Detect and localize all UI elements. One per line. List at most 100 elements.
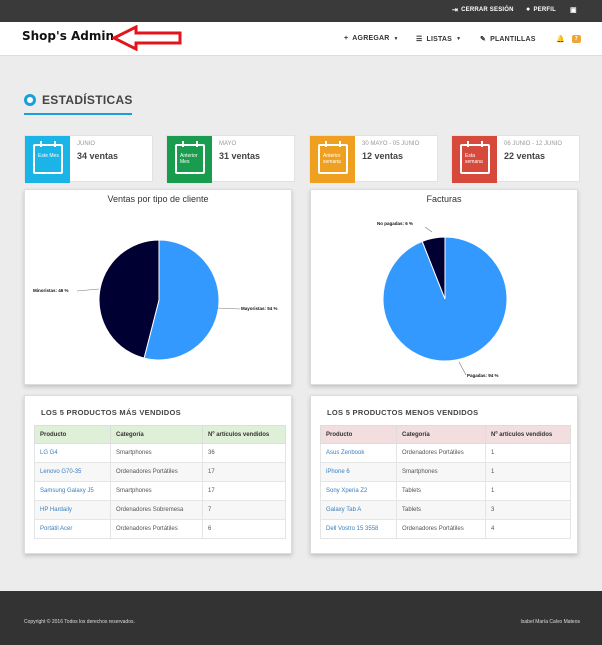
author-text: Isabel María Calvo Mateos (520, 619, 580, 625)
add-label: AGREGAR (352, 35, 390, 42)
chart-card-client-type: Ventas por tipo de cliente Minoristas: 4… (24, 189, 292, 385)
pie-chart-invoices (382, 226, 508, 376)
table-row: Samsung Galaxy J5 Smartphones 17 (34, 481, 286, 501)
red-arrow-annotation (112, 25, 182, 51)
notifications-badge: 7 (571, 35, 581, 43)
profile-label: PERFIL (533, 6, 556, 13)
notifications-button[interactable]: 🔔 7 (556, 35, 581, 43)
bottom-products-table: Producto Categoría Nº artículos vendidos… (320, 425, 571, 539)
table-row: iPhone 6 Smartphones 1 (320, 462, 571, 482)
stat-period: MAYO (219, 141, 237, 147)
table-header-row: Producto Categoría Nº artículos vendidos (320, 425, 571, 444)
count-cell: 6 (202, 519, 286, 539)
count-cell: 4 (485, 519, 571, 539)
count-cell: 1 (485, 462, 571, 482)
column-header: Categoría (110, 425, 203, 444)
product-link[interactable]: Asus Zenbook (320, 443, 397, 463)
stat-count: 12 ventas (362, 151, 404, 161)
window-icon: ▣ (570, 7, 577, 14)
product-link[interactable]: iPhone 6 (320, 462, 397, 482)
stat-card-last-month: Anterior Mes MAYO 31 ventas (166, 135, 295, 183)
product-link[interactable]: Lenovo G70-35 (34, 462, 111, 482)
lists-menu[interactable]: ☰ LISTAS ▼ (416, 35, 462, 44)
product-link[interactable]: Dell Vostro 15 3558 (320, 519, 397, 539)
stat-period: 30 MAYO - 05 JUNIO (362, 141, 420, 147)
footer: Copyright © 2016 Todos los derechos rese… (0, 591, 602, 645)
count-cell: 36 (202, 443, 286, 463)
list-icon: ☰ (416, 36, 423, 43)
stat-tile: Este Mes (25, 136, 70, 183)
table-row: Sony Xperia Z2 Tablets 1 (320, 481, 571, 501)
top-products-table: Producto Categoría Nº artículos vendidos… (34, 425, 286, 539)
logout-icon: ⇥ (452, 7, 459, 14)
category-cell: Ordenadores Sobremesa (110, 500, 203, 520)
count-cell: 3 (485, 500, 571, 520)
count-cell: 17 (202, 481, 286, 501)
page-title: ESTADÍSTICAS (42, 93, 133, 107)
stat-count: 22 ventas (504, 151, 546, 161)
templates-label: PLANTILLAS (490, 35, 536, 43)
profile-link[interactable]: ● PERFIL (526, 6, 556, 13)
calendar-icon: Este Mes (33, 141, 63, 174)
templates-link[interactable]: ✎ PLANTILLAS (480, 35, 536, 44)
brand-logo[interactable]: Shop's Admin (22, 29, 114, 43)
user-icon: ● (526, 6, 531, 13)
table-row: Dell Vostro 15 3558 Ordenadores Portátil… (320, 519, 571, 539)
bell-icon: 🔔 (556, 36, 565, 43)
product-link[interactable]: Sony Xperia Z2 (320, 481, 397, 501)
stat-count: 31 ventas (219, 151, 261, 161)
top-products-card: LOS 5 PRODUCTOS MÁS VENDIDOS Producto Ca… (24, 395, 292, 554)
pie-leader-line (216, 307, 241, 310)
stats-section-header: ESTADÍSTICAS (24, 93, 133, 107)
column-header: Nº artículos vendidos (485, 425, 571, 444)
window-toggle[interactable]: ▣ (570, 6, 577, 14)
lists-label: LISTAS (426, 35, 453, 43)
pie-label-mayoristas: Mayoristas: 54 % (241, 306, 278, 311)
category-cell: Smartphones (110, 481, 203, 501)
add-menu[interactable]: + AGREGAR ▼ (344, 35, 399, 42)
category-cell: Smartphones (396, 462, 486, 482)
copyright-text: Copyright © 2016 Todos los derechos rese… (24, 619, 135, 625)
category-cell: Smartphones (110, 443, 203, 463)
count-cell: 7 (202, 500, 286, 520)
table-row: LG G4 Smartphones 36 (34, 443, 286, 463)
category-cell: Tablets (396, 500, 486, 520)
stat-card-this-week: Esta semana 06 JUNIO - 12 JUNIO 22 venta… (451, 135, 580, 183)
product-link[interactable]: Galaxy Tab A (320, 500, 397, 520)
pie-label-paid: Pagadas: 94 % (467, 373, 499, 378)
stat-tile: Esta semana (452, 136, 497, 183)
navbar: Shop's Admin + AGREGAR ▼ ☰ LISTAS ▼ ✎ PL… (0, 22, 602, 56)
column-header: Nº artículos vendidos (202, 425, 286, 444)
count-cell: 1 (485, 443, 571, 463)
table-header-row: Producto Categoría Nº artículos vendidos (34, 425, 286, 444)
table-row: HP Hardaily Ordenadores Sobremesa 7 (34, 500, 286, 520)
stat-card-last-week: Anterior semana 30 MAYO - 05 JUNIO 12 ve… (309, 135, 438, 183)
stat-tile: Anterior Mes (167, 136, 212, 183)
logout-label: CERRAR SESIÓN (461, 7, 514, 13)
pie-leader-line (76, 288, 100, 292)
table-row: Galaxy Tab A Tablets 3 (320, 500, 571, 520)
table-row: Portátil Acer Ordenadores Portátiles 6 (34, 519, 286, 539)
top-bar: ⇥ CERRAR SESIÓN ● PERFIL ▣ (0, 0, 602, 22)
stat-period: 06 JUNIO - 12 JUNIO (504, 141, 563, 147)
category-cell: Tablets (396, 481, 486, 501)
category-cell: Ordenadores Portátiles (396, 519, 486, 539)
pie-leader-line (458, 361, 467, 376)
table-row: Lenovo G70-35 Ordenadores Portátiles 17 (34, 462, 286, 482)
product-link[interactable]: Portátil Acer (34, 519, 111, 539)
product-link[interactable]: Samsung Galaxy J5 (34, 481, 111, 501)
brush-icon: ✎ (480, 36, 487, 43)
product-link[interactable]: HP Hardaily (34, 500, 111, 520)
plus-icon: + (344, 35, 349, 42)
stat-period: JUNIO (77, 141, 95, 147)
stat-tile: Anterior semana (310, 136, 355, 183)
product-link[interactable]: LG G4 (34, 443, 111, 463)
chevron-down-icon: ▼ (456, 36, 462, 42)
logout-link[interactable]: ⇥ CERRAR SESIÓN (452, 6, 514, 14)
count-cell: 17 (202, 462, 286, 482)
top-products-title: LOS 5 PRODUCTOS MÁS VENDIDOS (41, 408, 181, 417)
count-cell: 1 (485, 481, 571, 501)
category-cell: Ordenadores Portátiles (110, 519, 203, 539)
column-header: Producto (34, 425, 111, 444)
category-cell: Ordenadores Portátiles (110, 462, 203, 482)
